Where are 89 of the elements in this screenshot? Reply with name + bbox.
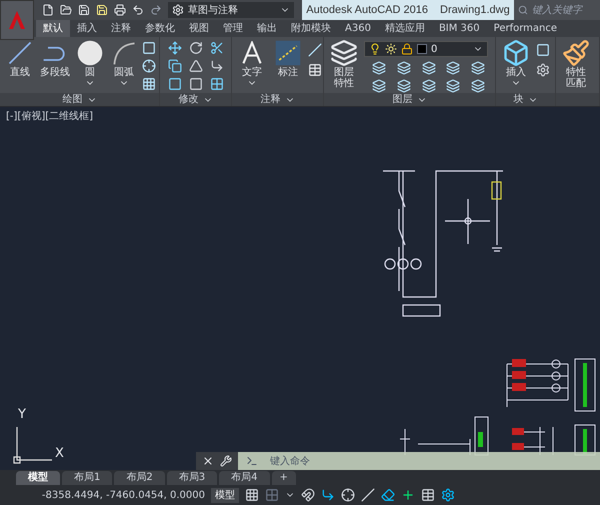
wrench-icon[interactable] xyxy=(220,455,232,467)
copy-icon[interactable] xyxy=(168,59,182,73)
search-placeholder: 键入关键字 xyxy=(532,4,582,18)
panel-title[interactable]: 修改 xyxy=(160,93,231,106)
save-icon[interactable] xyxy=(78,4,90,16)
layout-tab[interactable]: 布局3 xyxy=(166,471,218,485)
panel-title[interactable]: 图层 xyxy=(324,93,495,106)
panel-title[interactable]: 块 xyxy=(496,93,555,106)
paintbrush-icon xyxy=(562,39,590,67)
open-folder-icon[interactable] xyxy=(60,4,72,16)
layer-tool-icon[interactable] xyxy=(422,79,436,93)
layout-tab[interactable]: 布局1 xyxy=(62,471,112,485)
line-tool-icon xyxy=(6,39,34,67)
layout-tab[interactable]: 布局2 xyxy=(114,471,165,485)
ucs-x-label: X xyxy=(55,445,64,463)
ribbon-tab[interactable]: 插入 xyxy=(70,20,104,37)
ribbon-tab[interactable]: BIM 360 xyxy=(432,20,487,37)
ribbon-tool-button[interactable]: 多段线 xyxy=(38,37,72,91)
move-icon[interactable] xyxy=(168,41,182,55)
layer-color-swatch xyxy=(417,44,427,54)
command-placeholder: 键入命令 xyxy=(270,454,310,468)
settings-icon[interactable] xyxy=(441,488,455,502)
add-layout-tab[interactable]: + xyxy=(272,471,296,485)
ribbon-tab[interactable]: 视图 xyxy=(182,20,216,37)
print-icon[interactable] xyxy=(114,4,126,16)
grid-icon[interactable] xyxy=(245,488,259,502)
ribbon-tool-button[interactable]: 文字 xyxy=(236,37,268,88)
ucs-axis-icon xyxy=(13,426,53,464)
dimension-tool-icon xyxy=(274,39,302,67)
ribbon-tool-button[interactable]: 插入 xyxy=(500,37,532,88)
layer-tool-icon[interactable] xyxy=(446,79,460,93)
ribbon-tool-button[interactable]: 标注 xyxy=(272,37,304,88)
ribbon-tab[interactable]: 参数化 xyxy=(138,20,182,37)
save-as-icon[interactable] xyxy=(96,4,108,16)
panel-title[interactable]: 注释 xyxy=(232,93,323,106)
table-icon[interactable] xyxy=(308,63,322,77)
document-name: Drawing1.dwg xyxy=(440,2,510,18)
sun-icon xyxy=(385,43,397,55)
ribbon-tool-button[interactable]: 图层 特性 xyxy=(328,37,360,93)
rotate-icon[interactable] xyxy=(189,41,203,55)
layer-tool-icon[interactable] xyxy=(471,61,486,75)
ribbon-tab[interactable]: 附加模块 xyxy=(284,20,338,37)
layer-tool-icon[interactable] xyxy=(396,79,411,93)
lock-icon xyxy=(401,43,413,55)
ribbon-tab[interactable]: Performance xyxy=(486,20,564,37)
magnet-icon[interactable] xyxy=(301,488,315,502)
undo-icon[interactable] xyxy=(132,4,144,16)
window-title: Autodesk AutoCAD 2016 xyxy=(306,2,428,18)
coordinates-readout: -8358.4494, -7460.0454, 0.0000 xyxy=(40,488,205,502)
app-logo-icon xyxy=(7,10,27,30)
ribbon-tab[interactable]: 精选应用 xyxy=(378,20,432,37)
rectangle-icon[interactable] xyxy=(142,41,156,55)
layer-tool-icon[interactable] xyxy=(372,79,386,93)
layer-tool-icon[interactable] xyxy=(396,61,411,75)
arc-tool-icon xyxy=(114,42,135,64)
redo-icon[interactable] xyxy=(150,4,162,16)
layer-dropdown[interactable]: 0 xyxy=(364,41,488,57)
ribbon-tool-button[interactable]: 直线 xyxy=(4,37,36,91)
ribbon-tool-button[interactable]: 圆 xyxy=(74,37,106,91)
workspace-dropdown[interactable]: 草图与注释 xyxy=(168,2,294,18)
ribbon-tab[interactable]: 注释 xyxy=(104,20,138,37)
layer-name: 0 xyxy=(431,42,438,56)
ribbon-tab[interactable]: 管理 xyxy=(216,20,250,37)
lightbulb-icon xyxy=(369,43,381,55)
trim-icon[interactable] xyxy=(210,41,224,55)
ribbon-tool-button[interactable]: 特性 匹配 xyxy=(560,37,592,89)
gear-icon xyxy=(172,4,184,16)
ribbon-tool-button[interactable]: 圆弧 xyxy=(108,37,140,91)
layout-tab[interactable]: 模型 xyxy=(16,471,60,485)
circle-tool-icon xyxy=(76,39,104,67)
close-icon[interactable] xyxy=(202,455,214,467)
panel-title[interactable]: 绘图 xyxy=(0,93,159,106)
viewport-controls[interactable]: [-][俯视][二维线框] xyxy=(6,109,94,124)
layer-tool-icon[interactable] xyxy=(422,61,436,75)
layer-tool-icon[interactable] xyxy=(471,79,486,93)
ribbon-tab[interactable]: 输出 xyxy=(250,20,284,37)
ucs-y-label: Y xyxy=(18,406,26,424)
search-icon xyxy=(518,5,528,15)
command-prompt-icon[interactable] xyxy=(246,455,258,467)
layer-tool-icon[interactable] xyxy=(372,61,386,75)
block-insert-icon xyxy=(502,39,530,67)
layers-icon xyxy=(330,39,358,67)
new-file-icon[interactable] xyxy=(42,4,54,16)
layout-tab[interactable]: 布局4 xyxy=(219,471,270,485)
ribbon-tab[interactable]: A360 xyxy=(338,20,378,37)
ribbon-tab[interactable]: 默认 xyxy=(36,20,70,37)
model-space-button[interactable]: 模型 xyxy=(211,488,239,502)
layer-tool-icon[interactable] xyxy=(446,61,460,75)
workspace-name: 草图与注释 xyxy=(188,4,239,18)
